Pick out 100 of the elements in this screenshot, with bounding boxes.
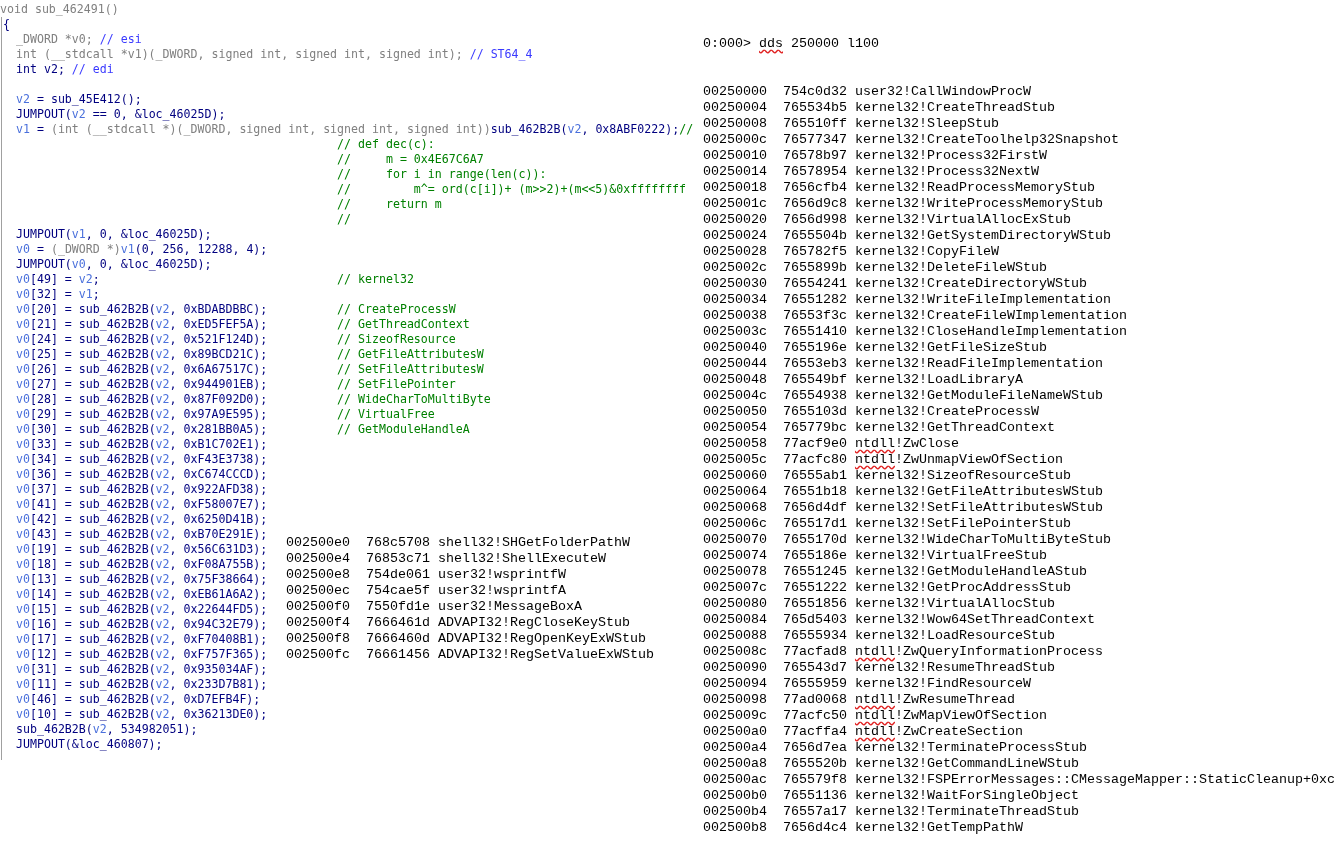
memory-address: 002500b4 bbox=[703, 804, 767, 820]
code-line: v0[36] = sub_462B2B(v2, 0xC674CCCD); bbox=[16, 467, 268, 482]
pointer-value: 7655899b bbox=[783, 260, 847, 276]
memory-address: 00250094 bbox=[703, 676, 767, 692]
pointer-value: 754cae5f bbox=[366, 583, 430, 599]
code-line: v0[33] = sub_462B2B(v2, 0xB1C702E1); bbox=[16, 437, 268, 452]
symbol-name: kernel32!LoadResourceStub bbox=[854, 628, 1055, 644]
code-comment: // m^= ord(c[i])+ (m>>2)+(m<<5)&0xffffffff bbox=[337, 182, 687, 197]
pointer-value: 7655186e bbox=[783, 548, 847, 564]
memory-address: 00250030 bbox=[703, 276, 767, 292]
pointer-value: 76853c71 bbox=[366, 551, 430, 567]
pointer-value: 765782f5 bbox=[783, 244, 847, 260]
memory-address: 00250010 bbox=[703, 148, 767, 164]
pointer-value: 76551245 bbox=[783, 564, 847, 580]
pointer-value: 765549bf bbox=[783, 372, 847, 388]
code-line: v0 = (_DWORD *)v1(0, 256, 12288, 4); bbox=[16, 242, 268, 257]
memory-address: 0025000c bbox=[703, 132, 767, 148]
pointer-value: 7655504b bbox=[783, 228, 847, 244]
pointer-value: 76578954 bbox=[783, 164, 847, 180]
pointer-value: 76551b18 bbox=[783, 484, 847, 500]
symbol-name: kernel32!FSPErrorMessages::CMessageMapper::StaticCleanup+0xc bbox=[854, 772, 1335, 788]
memory-address: 00250054 bbox=[703, 420, 767, 436]
symbol-name: kernel32!GetFileSizeStub bbox=[854, 340, 1047, 356]
symbol-name: ntdll!ZwResumeThread bbox=[854, 692, 1015, 708]
memory-address: 002500ac bbox=[703, 772, 767, 788]
symbol-name: shell32!ShellExecuteW bbox=[437, 551, 606, 567]
memory-address: 002500a8 bbox=[703, 756, 767, 772]
symbol-name: kernel32!VirtualAllocExStub bbox=[854, 212, 1071, 228]
memory-address: 00250060 bbox=[703, 468, 767, 484]
symbol-name: kernel32!GetModuleFileNameWStub bbox=[854, 388, 1103, 404]
memory-address: 002500f0 bbox=[286, 599, 350, 615]
pointer-value: 77acffa4 bbox=[783, 724, 847, 740]
symbol-name: user32!wsprintfA bbox=[437, 583, 566, 599]
memory-address: 002500ec bbox=[286, 583, 350, 599]
memory-address: 00250038 bbox=[703, 308, 767, 324]
code-line: v0[43] = sub_462B2B(v2, 0xB70E291E); bbox=[16, 527, 268, 542]
memory-address: 0025008c bbox=[703, 644, 767, 660]
symbol-name: kernel32!SetFileAttributesWStub bbox=[854, 500, 1103, 516]
pointer-value: 77acfc50 bbox=[783, 708, 847, 724]
symbol-name: kernel32!GetTempPathW bbox=[854, 820, 1023, 836]
pointer-value: 76557a17 bbox=[783, 804, 847, 820]
pointer-value: 765d5403 bbox=[783, 612, 847, 628]
code-line: v0[42] = sub_462B2B(v2, 0x6250D41B); bbox=[16, 512, 268, 527]
memory-address: 00250084 bbox=[703, 612, 767, 628]
symbol-name: kernel32!ReadFileImplementation bbox=[854, 356, 1103, 372]
memory-address: 002500e8 bbox=[286, 567, 350, 583]
pointer-value: 77acfc80 bbox=[783, 452, 847, 468]
symbol-name: kernel32!WaitForSingleObject bbox=[854, 788, 1079, 804]
memory-address: 00250004 bbox=[703, 100, 767, 116]
memory-address: 00250098 bbox=[703, 692, 767, 708]
pointer-value: 765510ff bbox=[783, 116, 847, 132]
code-line: v0[13] = sub_462B2B(v2, 0x75F38664); bbox=[16, 572, 268, 587]
pointer-value: 76551222 bbox=[783, 580, 847, 596]
memory-address: 00250078 bbox=[703, 564, 767, 580]
symbol-name: user32!MessageBoxA bbox=[437, 599, 582, 615]
code-comment: // SizeofResource bbox=[337, 332, 456, 347]
symbol-name: ntdll!ZwQueryInformationProcess bbox=[854, 644, 1103, 660]
code-line: sub_462B2B(v2, 534982051); bbox=[16, 722, 198, 737]
command-line: 0:000> dds 250000 l100 bbox=[703, 36, 879, 52]
code-line: v0[32] = v1; bbox=[16, 287, 100, 302]
code-line: v0[20] = sub_462B2B(v2, 0xBDABDBBC); bbox=[16, 302, 268, 317]
memory-address: 002500e0 bbox=[286, 535, 350, 551]
pointer-value: 765534b5 bbox=[783, 100, 847, 116]
pointer-value: 7656cfb4 bbox=[783, 180, 847, 196]
memory-address: 00250024 bbox=[703, 228, 767, 244]
pointer-value: 76553eb3 bbox=[783, 356, 847, 372]
symbol-name: kernel32!GetThreadContext bbox=[854, 420, 1055, 436]
code-line: v2 = sub_45E412(); bbox=[16, 92, 142, 107]
symbol-name: ADVAPI32!RegOpenKeyExWStub bbox=[437, 631, 646, 647]
symbol-name: kernel32!SleepStub bbox=[854, 116, 999, 132]
symbol-name: ntdll!ZwCreateSection bbox=[854, 724, 1023, 740]
symbol-name: kernel32!SizeofResourceStub bbox=[854, 468, 1071, 484]
pointer-value: 768c5708 bbox=[366, 535, 430, 551]
code-line: v0[49] = v2; bbox=[16, 272, 100, 287]
symbol-name: kernel32!GetCommandLineWStub bbox=[854, 756, 1079, 772]
code-line: v0[25] = sub_462B2B(v2, 0x89BCD21C); bbox=[16, 347, 268, 362]
symbol-name: ntdll!ZwClose bbox=[854, 436, 959, 452]
code-comment: // def dec(c): bbox=[337, 137, 435, 152]
memory-address: 0025006c bbox=[703, 516, 767, 532]
pointer-value: 7656d9c8 bbox=[783, 196, 847, 212]
memory-address: 002500a0 bbox=[703, 724, 767, 740]
pointer-value: 76553f3c bbox=[783, 308, 847, 324]
memory-address: 00250044 bbox=[703, 356, 767, 372]
code-line: v0[17] = sub_462B2B(v2, 0xF70408B1); bbox=[16, 632, 268, 647]
symbol-name: ntdll!ZwUnmapViewOfSection bbox=[854, 452, 1063, 468]
memory-address: 00250058 bbox=[703, 436, 767, 452]
memory-address: 002500a4 bbox=[703, 740, 767, 756]
symbol-name: kernel32!Process32FirstW bbox=[854, 148, 1047, 164]
symbol-name: kernel32!DeleteFileWStub bbox=[854, 260, 1047, 276]
code-line: { bbox=[2, 17, 10, 31]
memory-address: 00250048 bbox=[703, 372, 767, 388]
code-line: v1 = (int (__stdcall *)(_DWORD, signed int, signed int, signed int))sub_462B2B(v2, 0x8ABF0222);// bbox=[16, 122, 694, 137]
symbol-name: ADVAPI32!RegCloseKeyStub bbox=[437, 615, 630, 631]
code-comment: // kernel32 bbox=[337, 272, 414, 287]
code-comment: // GetFileAttributesW bbox=[337, 347, 484, 362]
memory-address: 00250068 bbox=[703, 500, 767, 516]
code-line: JUMPOUT(&loc_460807); bbox=[16, 737, 163, 752]
pointer-value: 76577347 bbox=[783, 132, 847, 148]
pointer-value: 7655170d bbox=[783, 532, 847, 548]
code-line: v0[18] = sub_462B2B(v2, 0xF08A755B); bbox=[16, 557, 268, 572]
